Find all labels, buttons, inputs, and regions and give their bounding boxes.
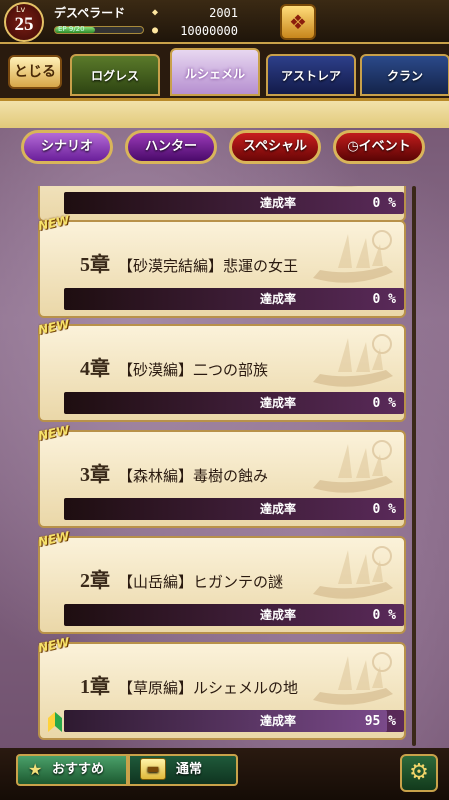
chapter-name: 【砂漠完結編】悲運の女王: [118, 257, 299, 275]
gem-value: 2001: [209, 6, 238, 20]
gem-icon: ◆: [152, 7, 159, 18]
rate-bar: [64, 192, 404, 214]
clock-icon: ◷: [347, 139, 359, 154]
normal-button[interactable]: ▬ 通常: [128, 754, 238, 786]
ship-illustration: [313, 230, 393, 283]
scrollbar[interactable]: [412, 186, 416, 746]
status-bar: Lv 25 デスペラード EP 9/20 ◆ 2001 ● 10000000 ❖: [0, 0, 449, 44]
rate-label: 達成率: [259, 714, 296, 728]
new-badge: NEW: [38, 634, 71, 656]
chapter-title: 2章 【山岳編】ヒガンテの謎: [80, 564, 283, 593]
chapter-card[interactable]: 達成率 0 %: [38, 186, 406, 222]
gold-value: 10000000: [180, 24, 238, 38]
settings-gear-button[interactable]: ⚙: [400, 754, 438, 792]
book-icon: ❖: [289, 10, 307, 34]
rate-label: 達成率: [259, 292, 296, 306]
chapter-card[interactable]: NEW 5章 【砂漠完結編】悲運の女王 達成率 0 %: [38, 213, 406, 318]
rate-value: 0 %: [372, 396, 396, 411]
chapter-title: 3章 【森林編】毒樹の蝕み: [80, 458, 268, 487]
category-event-button[interactable]: ◷イベント: [333, 130, 425, 164]
recommend-button[interactable]: ★ おすすめ: [16, 754, 128, 786]
level-number: 25: [14, 14, 34, 35]
rate-label: 達成率: [259, 608, 296, 622]
gold-counter: ● 10000000: [152, 24, 238, 38]
rate-value: 0 %: [372, 196, 396, 211]
chapter-card[interactable]: NEW 1章 【草原編】ルシェメルの地達成率 95 %: [38, 635, 406, 740]
star-icon: ★: [28, 760, 43, 779]
chapter-number: 1章: [80, 676, 110, 698]
ep-text: EP 9/20: [58, 25, 85, 33]
rate-value: 95 %: [364, 714, 396, 729]
gear-icon: ⚙: [409, 760, 429, 785]
rate-value: 0 %: [372, 608, 396, 623]
level-label: Lv: [16, 5, 26, 14]
close-button[interactable]: とじる: [8, 55, 62, 89]
tab-luchemel[interactable]: ルシェメル: [170, 48, 260, 96]
rate-bar: [64, 498, 404, 520]
chapter-title: 1章 【草原編】ルシェメルの地: [80, 670, 298, 699]
new-badge: NEW: [38, 316, 71, 338]
category-band: [0, 98, 449, 128]
bed-icon: ▬: [140, 758, 166, 780]
chapter-card[interactable]: NEW 3章 【森林編】毒樹の蝕み達成率 0 %: [38, 423, 406, 528]
ship-illustration: [313, 652, 393, 705]
category-hunter-button[interactable]: ハンター: [125, 130, 217, 164]
ship-illustration: [313, 334, 393, 387]
new-badge: NEW: [38, 528, 71, 550]
rate-label: 達成率: [259, 196, 296, 210]
gem-counter: ◆ 2001: [152, 6, 238, 20]
chapter-number: 5章: [80, 254, 110, 276]
player-name: デスペラード: [54, 6, 126, 20]
bottom-bar: ★ おすすめ ▬ 通常 ⚙: [0, 748, 449, 800]
rate-bar: [64, 604, 404, 626]
menu-book-button[interactable]: ❖: [280, 4, 316, 40]
normal-label: 通常: [176, 762, 203, 777]
rate-label: 達成率: [259, 502, 296, 516]
new-badge: NEW: [38, 422, 71, 444]
tab-astrea[interactable]: アストレア: [266, 54, 356, 96]
tab-logres[interactable]: ログレス: [70, 54, 160, 96]
rate-bar: [64, 392, 404, 414]
chapter-number: 2章: [80, 570, 110, 592]
chapter-name: 【草原編】ルシェメルの地: [118, 679, 299, 697]
chapter-card[interactable]: NEW 4章 【砂漠編】二つの部族達成率 0 %: [38, 317, 406, 422]
region-tab-bar: とじる ログレス ルシェメル アストレア クラン: [0, 44, 449, 100]
rate-fill: [64, 710, 387, 732]
rate-value: 0 %: [372, 502, 396, 517]
chapter-name: 【砂漠編】二つの部族: [118, 361, 269, 379]
rate-bar: [64, 288, 404, 310]
ship-illustration: [313, 546, 393, 599]
recommend-label: おすすめ: [52, 762, 105, 777]
chapter-name: 【森林編】毒樹の蝕み: [118, 467, 269, 485]
chapter-title: 5章 【砂漠完結編】悲運の女王: [80, 248, 298, 277]
coin-icon: ●: [152, 25, 159, 36]
chapter-list[interactable]: 達成率 0 % NEW 5章 【砂漠完結編】悲運の女王 達成率 0 % NEW 4章 【砂漠編】二…: [38, 186, 406, 746]
category-special-button[interactable]: スペシャル: [229, 130, 321, 164]
chapter-title: 4章 【砂漠編】二つの部族: [80, 352, 268, 381]
chapter-name: 【山岳編】ヒガンテの謎: [118, 573, 284, 591]
rate-value: 0 %: [372, 292, 396, 307]
tab-clan[interactable]: クラン: [360, 54, 449, 96]
beginner-leaf-icon: [48, 712, 62, 732]
category-scenario-button[interactable]: シナリオ: [21, 130, 113, 164]
rate-label: 達成率: [259, 396, 296, 410]
ship-illustration: [313, 440, 393, 493]
level-badge: Lv 25: [4, 2, 44, 42]
category-event-label: イベント: [358, 139, 411, 154]
chapter-number: 3章: [80, 464, 110, 486]
chapter-number: 4章: [80, 358, 110, 380]
chapter-card[interactable]: NEW 2章 【山岳編】ヒガンテの謎達成率 0 %: [38, 529, 406, 634]
